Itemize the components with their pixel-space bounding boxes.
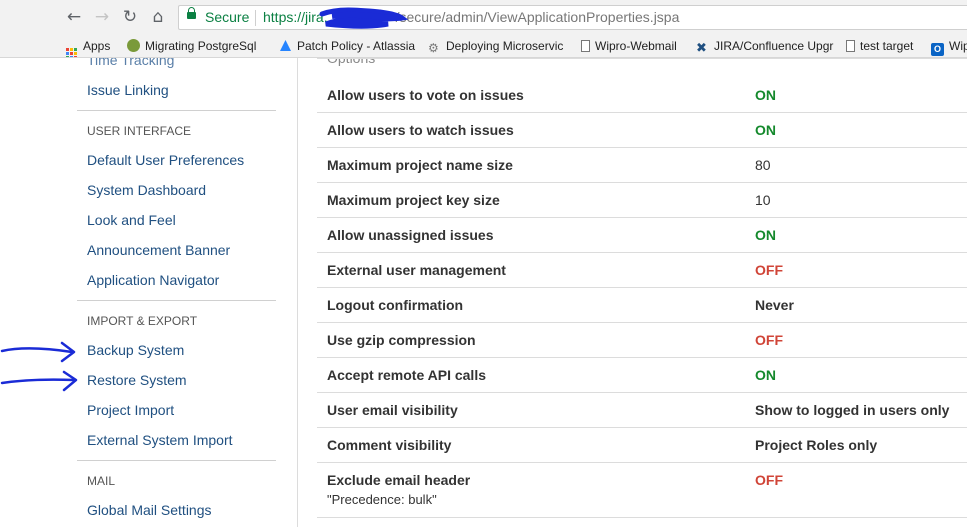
bookmark-wipro-webmail[interactable]: Wipro-Webmail	[581, 38, 677, 54]
table-row: Comment visibility Project Roles only	[317, 428, 967, 463]
bookmark-label: Deploying Microservic	[446, 39, 564, 53]
sidebar-item-time-tracking[interactable]: Time Tracking	[87, 58, 174, 69]
table-row: Allow unassigned issues ON	[317, 218, 967, 253]
bookmarks-bar: Apps Migrating PostgreSql Patch Policy -…	[0, 34, 967, 58]
table-row: Logout confirmation Never	[317, 288, 967, 323]
table-top-border	[317, 58, 967, 59]
bookmark-label: JIRA/Confluence Upgr	[714, 39, 834, 53]
bookmark-label: test target	[860, 39, 914, 53]
table-row: External user management OFF	[317, 253, 967, 288]
option-value: OFF	[755, 472, 783, 488]
option-value: Show to logged in users only	[755, 402, 950, 418]
option-label: Comment visibility	[327, 437, 452, 453]
sidebar-item-system-dashboard[interactable]: System Dashboard	[87, 181, 206, 199]
option-value: Never	[755, 297, 794, 313]
bookmark-label: Migrating PostgreSql	[145, 39, 257, 53]
back-icon[interactable]: ←	[64, 7, 84, 27]
atlassian-icon	[279, 39, 292, 52]
admin-sidebar: Time Tracking Issue Linking USER INTERFA…	[57, 58, 298, 527]
option-label: Use gzip compression	[327, 332, 476, 348]
table-row: Exclude email header "Precedence: bulk" OF…	[317, 463, 967, 518]
bookmark-label: Wip	[949, 39, 967, 53]
browser-toolbar: ← → ↻ ⌂ Secure https://jira./secure/admi…	[0, 0, 967, 34]
table-row: Use gzip compression OFF	[317, 323, 967, 358]
option-sublabel: "Precedence: bulk"	[327, 492, 437, 507]
url-separator	[255, 10, 256, 26]
table-row: Allow users to watch issues ON	[317, 113, 967, 148]
reload-icon[interactable]: ↻	[120, 7, 140, 27]
bookmark-jira-confluence-upgrade[interactable]: ✖ JIRA/Confluence Upgr	[696, 38, 833, 54]
sidebar-item-global-mail-settings[interactable]: Global Mail Settings	[87, 501, 212, 519]
option-value: OFF	[755, 332, 783, 348]
bookmark-patch-policy[interactable]: Patch Policy - Atlassia	[279, 38, 415, 54]
table-row: Allow users to vote on issues ON	[317, 78, 967, 113]
bookmark-deploying-microservices[interactable]: ⚙ Deploying Microservic	[428, 38, 564, 55]
option-label: Logout confirmation	[327, 297, 464, 313]
address-bar[interactable]: Secure https://jira./secure/admin/ViewAp…	[178, 5, 967, 30]
redaction-scribble	[319, 7, 408, 29]
table-row: Maximum project key size 10	[317, 183, 967, 218]
sidebar-item-project-import[interactable]: Project Import	[87, 401, 174, 419]
secure-label: Secure	[205, 9, 250, 25]
outlook-icon: O	[931, 43, 944, 56]
sidebar-divider	[77, 460, 276, 461]
page-icon	[846, 40, 855, 52]
sidebar-item-look-and-feel[interactable]: Look and Feel	[87, 211, 176, 229]
home-icon[interactable]: ⌂	[148, 7, 168, 27]
option-label: Exclude email header	[327, 472, 471, 488]
table-row: Maximum project name size 80	[317, 148, 967, 183]
section-title: Options	[327, 58, 376, 66]
bookmark-test-target[interactable]: test target	[846, 38, 913, 54]
option-label: External user management	[327, 262, 506, 278]
x-logo-icon: ✖	[696, 40, 707, 55]
bookmark-wipro[interactable]: O Wip	[931, 38, 967, 56]
option-value: ON	[755, 227, 776, 243]
elephant-icon	[127, 39, 140, 52]
bookmark-apps[interactable]: Apps	[66, 38, 111, 57]
apps-grid-icon	[66, 48, 77, 57]
url-path: /secure/admin/ViewApplicationProperties.…	[395, 9, 680, 25]
sidebar-heading-user-interface: USER INTERFACE	[87, 124, 192, 138]
sidebar-item-external-system-import[interactable]: External System Import	[87, 431, 233, 449]
option-label: User email visibility	[327, 402, 458, 418]
option-label: Accept remote API calls	[327, 367, 486, 383]
sidebar-item-restore-system[interactable]: Restore System	[87, 371, 187, 389]
option-value: Project Roles only	[755, 437, 878, 453]
bookmark-label: Apps	[83, 39, 111, 53]
page-icon	[581, 40, 590, 52]
sidebar-item-application-navigator[interactable]: Application Navigator	[87, 271, 219, 289]
option-label: Maximum project key size	[327, 192, 500, 208]
bookmark-label: Wipro-Webmail	[595, 39, 677, 53]
option-value: ON	[755, 122, 776, 138]
option-value: ON	[755, 87, 776, 103]
sidebar-item-backup-system[interactable]: Backup System	[87, 341, 184, 359]
sidebar-heading-mail: MAIL	[87, 474, 116, 488]
sidebar-item-announcement-banner[interactable]: Announcement Banner	[87, 241, 230, 259]
table-row: Accept remote API calls ON	[317, 358, 967, 393]
option-label: Allow users to vote on issues	[327, 87, 524, 103]
option-value: ON	[755, 367, 776, 383]
option-label: Allow unassigned issues	[327, 227, 494, 243]
sidebar-divider	[77, 300, 276, 301]
option-value: 80	[755, 157, 771, 173]
sidebar-item-issue-linking[interactable]: Issue Linking	[87, 81, 169, 99]
option-value: OFF	[755, 262, 783, 278]
sidebar-heading-import-export: IMPORT & EXPORT	[87, 314, 198, 328]
option-label: Maximum project name size	[327, 157, 513, 173]
forward-icon[interactable]: →	[92, 7, 112, 27]
sidebar-divider	[77, 110, 276, 111]
option-value: 10	[755, 192, 771, 208]
options-panel: Options Allow users to vote on issues ON A…	[297, 58, 967, 527]
bookmark-migrating-postgresql[interactable]: Migrating PostgreSql	[127, 38, 256, 54]
option-label: Allow users to watch issues	[327, 122, 514, 138]
lock-icon	[187, 7, 196, 19]
gear-icon: ⚙	[428, 41, 439, 55]
table-row: User email visibility Show to logged in u…	[317, 393, 967, 428]
bookmark-label: Patch Policy - Atlassia	[297, 39, 416, 53]
sidebar-item-default-user-preferences[interactable]: Default User Preferences	[87, 151, 244, 169]
